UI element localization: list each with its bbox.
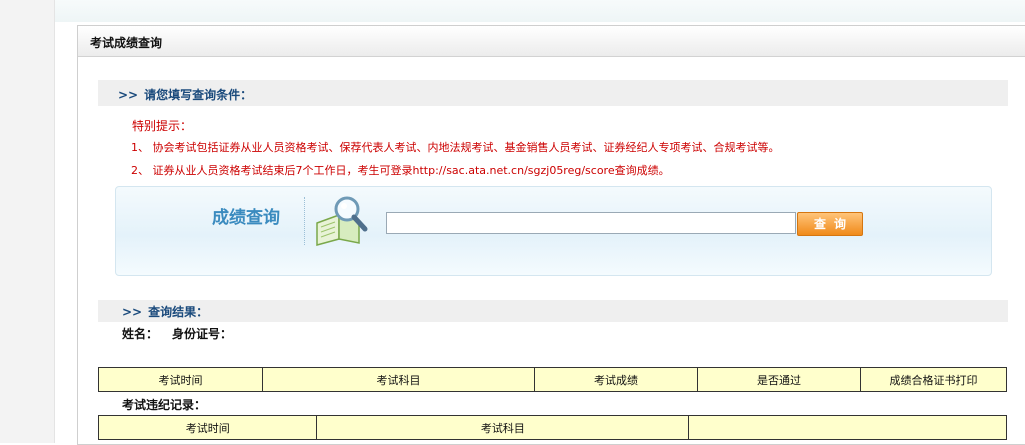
- results-header-passed: 是否通过: [697, 367, 861, 392]
- results-header-certificate-print: 成绩合格证书打印: [860, 367, 1007, 392]
- notice-heading: 特别提示：: [132, 119, 193, 133]
- violations-table: 考试时间 考试科目: [97, 415, 1007, 440]
- table-row: 考试时间 考试科目: [97, 415, 1007, 440]
- results-title-text: 查询结果：: [148, 305, 209, 319]
- results-table: 考试时间 考试科目 考试成绩 是否通过 成绩合格证书打印: [98, 367, 1007, 392]
- query-button[interactable]: 查询: [797, 212, 863, 236]
- notice-item-1: 1、 协会考试包括证券从业人员资格考试、保荐代表人考试、内地法规考试、基金销售人…: [131, 141, 780, 154]
- score-search-input[interactable]: [386, 212, 796, 234]
- left-sidebar-strip: [0, 0, 55, 443]
- top-band: [55, 0, 1025, 22]
- name-label: 姓名：: [122, 327, 159, 341]
- panel-header: 考试成绩查询: [78, 26, 1025, 57]
- score-search-label: 成绩查询: [212, 208, 280, 228]
- id-number-label: 身份证号：: [172, 327, 233, 341]
- conditions-section-bar: >> 请您填写查询条件：: [98, 80, 1008, 106]
- results-header-exam-subject: 考试科目: [262, 367, 535, 392]
- results-section-bar: >> 查询结果：: [98, 300, 1008, 322]
- violations-header-extra: [688, 415, 1007, 440]
- identity-line: 姓名： 身份证号：: [122, 325, 246, 342]
- chevron-right-icon: >>: [122, 305, 143, 319]
- score-search-box: 成绩查询 查询: [115, 186, 992, 276]
- results-title: >> 查询结果：: [122, 303, 208, 320]
- conditions-title: >> 请您填写查询条件：: [118, 86, 252, 103]
- violation-records-title: 考试违纪记录：: [122, 398, 207, 412]
- chevron-right-icon: >>: [118, 88, 139, 102]
- violations-header-exam-time: 考试时间: [97, 415, 318, 440]
- table-row: 考试时间 考试科目 考试成绩 是否通过 成绩合格证书打印: [98, 367, 1007, 392]
- panel-title: 考试成绩查询: [90, 36, 163, 50]
- results-header-exam-time: 考试时间: [98, 367, 263, 392]
- violations-header-exam-subject: 考试科目: [316, 415, 690, 440]
- results-header-exam-score: 考试成绩: [534, 367, 698, 392]
- search-divider: [304, 197, 305, 245]
- conditions-title-text: 请您填写查询条件：: [144, 88, 253, 102]
- notice-item-2: 2、 证券从业人员资格考试结束后7个工作日，考生可登录http://sac.at…: [131, 164, 670, 177]
- book-magnifier-icon: [316, 196, 368, 246]
